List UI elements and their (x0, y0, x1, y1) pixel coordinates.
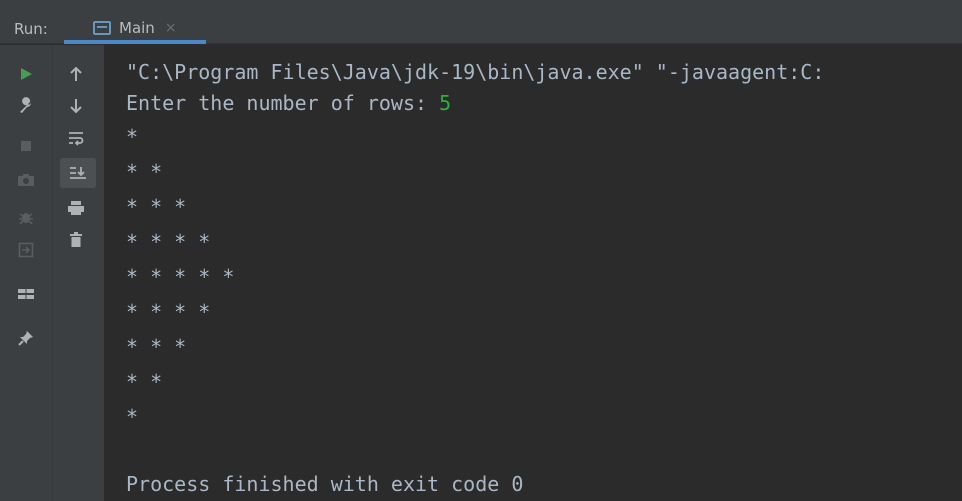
exit-icon[interactable] (14, 238, 38, 262)
close-icon[interactable]: × (165, 20, 177, 36)
console-output[interactable]: "C:\Program Files\Java\jdk-19\bin\java.e… (104, 45, 962, 501)
output-row: * (126, 125, 139, 149)
run-tool-window-header: Run: Main × (0, 0, 962, 44)
scroll-to-end-icon[interactable] (66, 161, 90, 185)
output-row: * * (126, 160, 163, 184)
exit-message: Process finished with exit code 0 (126, 472, 524, 496)
tab-main-label: Main (119, 19, 155, 37)
output-row: * * * * (126, 300, 211, 324)
camera-icon[interactable] (14, 168, 38, 192)
run-label: Run: (14, 20, 48, 38)
wrench-icon[interactable] (14, 94, 38, 118)
output-row: * * * * (126, 230, 211, 254)
stop-icon[interactable] (14, 134, 38, 158)
output-row: * * * * * (126, 265, 235, 289)
output-row: * * (126, 370, 163, 394)
arrow-up-icon[interactable] (64, 62, 88, 86)
pin-icon[interactable] (14, 326, 38, 350)
tab-selected-indicator (64, 40, 206, 44)
toolbar-divider (52, 45, 53, 501)
prompt-line: Enter the number of rows: 5 (126, 91, 451, 115)
output-row: * * * (126, 195, 187, 219)
user-input: 5 (439, 91, 452, 115)
output-row: * (126, 405, 139, 429)
output-row: * * * (126, 335, 187, 359)
print-icon[interactable] (64, 196, 88, 220)
command-line: "C:\Program Files\Java\jdk-19\bin\java.e… (126, 60, 825, 84)
layout-icon[interactable] (14, 282, 38, 306)
trash-icon[interactable] (64, 228, 88, 252)
console-icon (93, 21, 111, 35)
prompt-text: Enter the number of rows: (126, 91, 440, 115)
run-icon[interactable] (14, 62, 38, 86)
bug-icon[interactable] (14, 205, 38, 229)
arrow-down-icon[interactable] (64, 94, 88, 118)
soft-wrap-icon[interactable] (64, 126, 88, 150)
